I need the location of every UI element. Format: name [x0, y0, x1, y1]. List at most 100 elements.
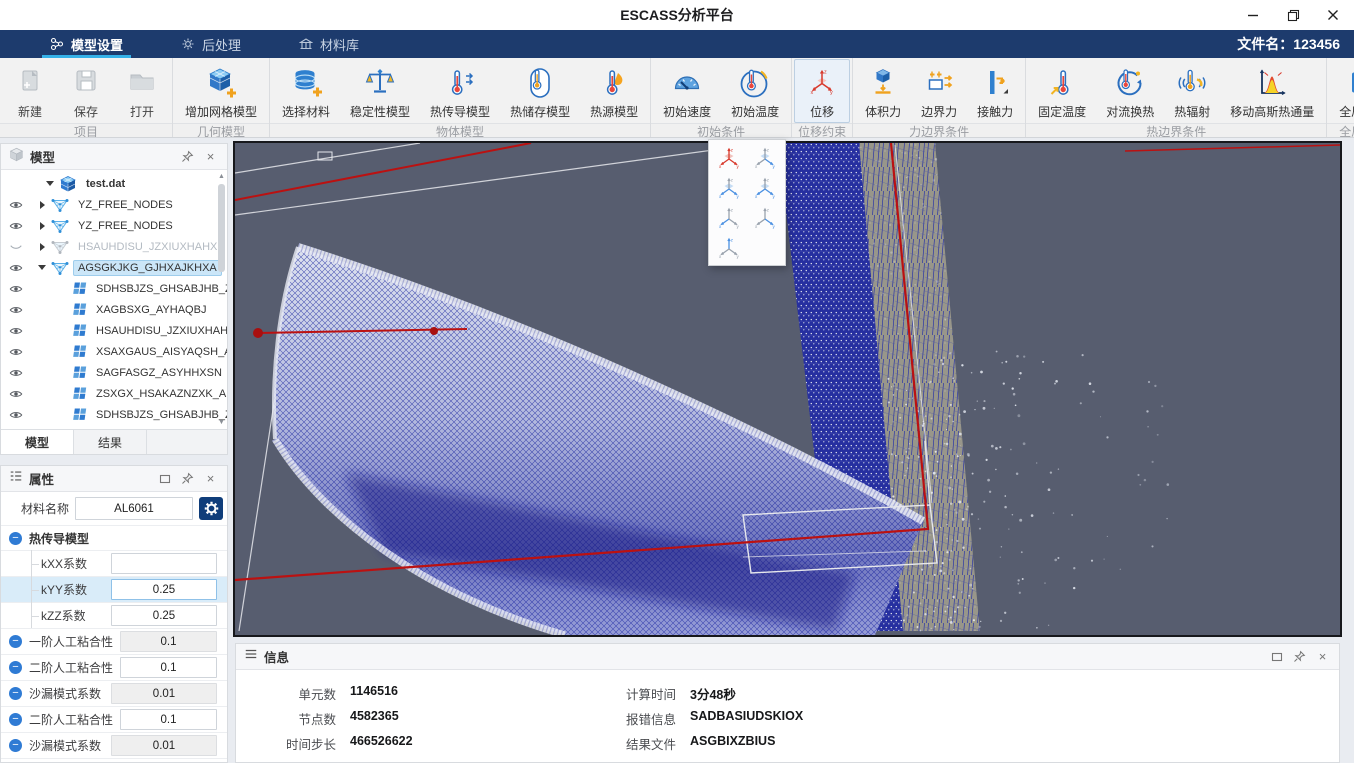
constraint-x[interactable]: zxy	[712, 204, 746, 231]
ribbon-button-label: 稳定性模型	[350, 103, 410, 120]
property-input[interactable]: 0.01	[111, 735, 217, 756]
visibility-toggle[interactable]	[9, 365, 23, 381]
constraint-xy-2[interactable]: zxy	[748, 174, 782, 201]
ribbon-button-体积力[interactable]: 体积力	[855, 59, 911, 123]
property-input[interactable]: 0.1	[120, 657, 217, 678]
collapse-icon[interactable]: −	[9, 532, 22, 545]
ribbon-button-全局设置[interactable]: 全局设置	[1329, 59, 1354, 123]
ribbon-button-固定温度[interactable]: 固定温度	[1028, 59, 1096, 123]
property-label: 沙漏模式系数	[29, 685, 104, 702]
property-input[interactable]: 0.01	[111, 683, 217, 704]
tree-item-SAGFASGZ_ASYHHXSN[interactable]: SAGFASGZ_ASYHHXSN	[1, 362, 217, 383]
material-settings-button[interactable]	[199, 497, 223, 520]
collapse-icon[interactable]: −	[9, 687, 22, 700]
ribbon-button-热储存模型[interactable]: 热储存模型	[500, 59, 580, 123]
tree-tab-模型[interactable]: 模型	[1, 430, 74, 454]
tab-材料库[interactable]: 材料库	[285, 30, 373, 58]
visibility-toggle[interactable]	[9, 260, 23, 276]
collapse-icon[interactable]: −	[9, 713, 22, 726]
ribbon-button-移动高斯热通量[interactable]: 移动高斯热通量	[1220, 59, 1324, 123]
pin-icon[interactable]	[179, 148, 196, 165]
section-row-热传导模型[interactable]: −热传导模型	[1, 526, 227, 551]
property-input[interactable]: 0.25	[111, 579, 217, 600]
tree-item-HSAUHDISU_JZXIUXHAHX[interactable]: HSAUHDISU_JZXIUXHAHX	[1, 320, 217, 341]
property-label: kXX系数	[41, 555, 105, 572]
tab-后处理[interactable]: 后处理	[167, 30, 255, 58]
scrollbar-thumb[interactable]	[218, 184, 225, 272]
visibility-toggle[interactable]	[9, 197, 23, 213]
close-icon[interactable]: ×	[202, 148, 219, 165]
constraint-y-2[interactable]: zxy	[748, 204, 782, 231]
ribbon-button-增加网格模型[interactable]: 增加网格模型	[175, 59, 267, 123]
ribbon-button-初始速度[interactable]: 初始速度	[653, 59, 721, 123]
tree-item-YZ_FREE_NODES[interactable]: YZ_FREE_NODES	[1, 215, 217, 236]
expander-icon[interactable]	[37, 201, 47, 209]
close-icon[interactable]: ×	[1314, 648, 1331, 665]
viewport-3d[interactable]	[233, 141, 1342, 637]
ribbon-button-对流换热[interactable]: 对流换热	[1096, 59, 1164, 123]
expander-icon[interactable]	[45, 181, 55, 186]
visibility-toggle[interactable]	[9, 239, 23, 255]
ribbon-button-热传导模型[interactable]: 热传导模型	[420, 59, 500, 123]
ribbon-button-稳定性模型[interactable]: 稳定性模型	[340, 59, 420, 123]
constraint-y[interactable]: zxy	[748, 144, 782, 171]
property-input[interactable]	[111, 553, 217, 574]
tree-item-XAGBSXG_AYHAQBJ[interactable]: XAGBSXG_AYHAQBJ	[1, 299, 217, 320]
visibility-toggle[interactable]	[9, 386, 23, 402]
collapse-icon[interactable]: −	[9, 739, 22, 752]
ribbon-button-新建[interactable]: 新建	[2, 59, 58, 123]
material-name-input[interactable]: AL6061	[75, 497, 193, 520]
close-button[interactable]	[1320, 3, 1346, 27]
pin-icon[interactable]	[1291, 648, 1308, 665]
constraint-z[interactable]: zxy	[712, 234, 746, 261]
expander-icon[interactable]	[37, 265, 47, 270]
ribbon-button-接触力[interactable]: 接触力	[967, 59, 1023, 123]
visibility-toggle[interactable]	[9, 407, 23, 423]
restore-button[interactable]	[1280, 3, 1306, 27]
property-input[interactable]: 0.1	[120, 709, 217, 730]
visibility-toggle[interactable]	[9, 344, 23, 360]
tab-模型设置[interactable]: 模型设置	[36, 30, 137, 58]
visibility-toggle[interactable]	[9, 302, 23, 318]
ribbon-button-位移[interactable]: zxy位移	[794, 59, 850, 123]
restore-panel-icon[interactable]	[156, 470, 173, 487]
visibility-toggle[interactable]	[9, 176, 23, 192]
collapse-icon[interactable]: −	[9, 635, 22, 648]
pin-icon[interactable]	[179, 470, 196, 487]
tree-item-HSAUHDISU_JZXIUXHAHX[interactable]: HSAUHDISU_JZXIUXHAHX	[1, 236, 217, 257]
ribbon-button-边界力[interactable]: 边界力	[911, 59, 967, 123]
tree-item-XSAXGAUS_AISYAQSH_ASHX[interactable]: XSAXGAUS_AISYAQSH_ASHX	[1, 341, 217, 362]
collapse-icon[interactable]: −	[9, 661, 22, 674]
constraint-xy[interactable]: zxy	[712, 174, 746, 201]
scroll-up-arrow[interactable]: ▲	[217, 172, 226, 181]
visibility-toggle[interactable]	[9, 323, 23, 339]
tree-item-test.dat[interactable]: test.dat	[1, 173, 217, 194]
property-input[interactable]: 0.25	[111, 605, 217, 626]
property-input[interactable]: 0.1	[120, 631, 217, 652]
tree-item-ZSXGX_HSAKAZNZXK_AHASX[interactable]: ZSXGX_HSAKAZNZXK_AHASX	[1, 383, 217, 404]
constraint-xyz-red[interactable]: zxy	[712, 144, 746, 171]
tiles-icon	[71, 407, 87, 423]
expander-icon[interactable]	[37, 243, 47, 251]
ribbon-button-打开[interactable]: 打开	[114, 59, 170, 123]
ribbon-button-选择材料[interactable]: 选择材料	[272, 59, 340, 123]
visibility-toggle[interactable]	[9, 218, 23, 234]
close-icon[interactable]: ×	[202, 470, 219, 487]
visibility-toggle[interactable]	[9, 281, 23, 297]
ribbon-button-热辐射[interactable]: 热辐射	[1164, 59, 1220, 123]
list-icon	[9, 469, 23, 488]
ribbon-button-保存[interactable]: 保存	[58, 59, 114, 123]
expander-icon[interactable]	[37, 222, 47, 230]
ribbon-button-初始温度[interactable]: 初始温度	[721, 59, 789, 123]
tree-item-SDHSBJZS_GHSABJHB_ZAHU[interactable]: SDHSBJZS_GHSABJHB_ZAHU	[1, 404, 217, 425]
minimize-button[interactable]	[1240, 3, 1266, 27]
restore-panel-icon[interactable]	[1268, 648, 1285, 665]
tree-item-SDHSBJZS_GHSABJHB_ZAHU[interactable]: SDHSBJZS_GHSABJHB_ZAHU	[1, 278, 217, 299]
main-tab-bar: 模型设置后处理材料库 文件名：123456	[0, 30, 1354, 58]
ribbon-button-热源模型[interactable]: 热源模型	[580, 59, 648, 123]
tree-item-YZ_FREE_NODES[interactable]: YZ_FREE_NODES	[1, 194, 217, 215]
eye-icon	[9, 323, 23, 339]
tree-tab-结果[interactable]: 结果	[74, 430, 147, 454]
tree-item-AGSGKJKG_GJHXAJKHXA[interactable]: AGSGKJKG_GJHXAJKHXA	[1, 257, 217, 278]
scroll-down-arrow[interactable]: ▼	[217, 418, 226, 427]
